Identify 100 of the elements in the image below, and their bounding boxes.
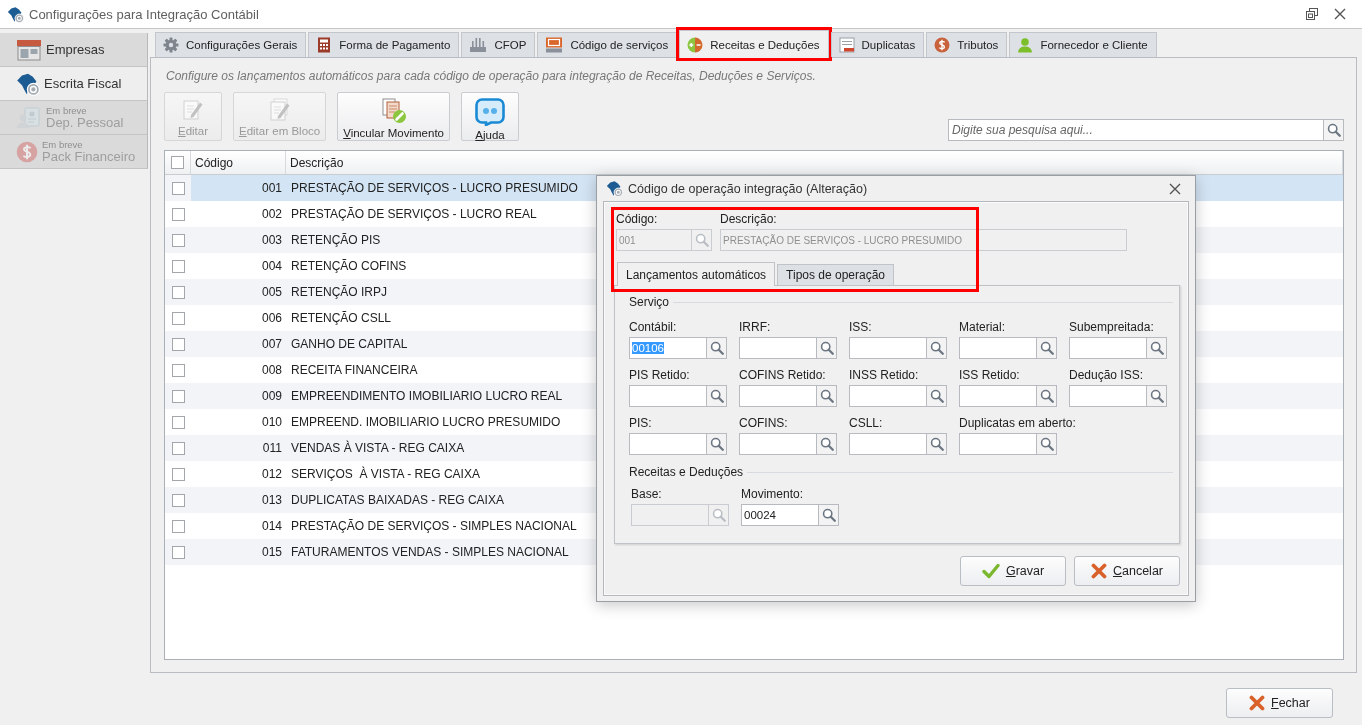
table-cell-text: 003 (260, 232, 283, 249)
field-label: ISS Retido: (959, 368, 1020, 382)
search-button[interactable] (927, 385, 947, 407)
input-field[interactable] (629, 433, 707, 455)
search-icon (709, 437, 724, 451)
tab[interactable]: Lançamentos automáticos (617, 262, 776, 286)
search-button[interactable] (817, 385, 837, 407)
table-cell-text: 006 (260, 310, 283, 327)
group-title: Serviço (629, 295, 669, 309)
search-button[interactable] (927, 337, 947, 359)
checkbox[interactable] (171, 207, 185, 221)
column-header[interactable]: Descrição (286, 151, 1343, 174)
search-icon (929, 437, 944, 451)
close-icon[interactable] (1334, 8, 1346, 20)
field-label: Contábil: (629, 320, 677, 334)
close-icon[interactable] (1169, 182, 1181, 195)
table-cell-text: PRESTAÇÃO DE SERVIÇOS - SIMPLES NACIONAL (290, 518, 578, 535)
search-icon (1149, 389, 1164, 403)
search-button[interactable] (817, 433, 837, 455)
input-field[interactable] (1069, 337, 1147, 359)
calculator-icon (316, 37, 333, 53)
toolbar-button[interactable]: Vincular Movimento (337, 92, 450, 141)
dialog-button[interactable]: Cancelar (1074, 556, 1180, 586)
table-cell-text: RETENÇÃO CSLL (290, 310, 393, 327)
tab[interactable]: CFOP (461, 32, 536, 57)
field-label: INSS Retido: (849, 368, 919, 382)
search-button[interactable] (707, 337, 727, 359)
checkbox[interactable] (171, 493, 185, 507)
checkbox[interactable] (171, 519, 185, 533)
input-field[interactable] (629, 385, 707, 407)
input-field[interactable] (849, 433, 927, 455)
search-button[interactable] (1037, 337, 1057, 359)
table-cell-text: PRESTAÇÃO DE SERVIÇOS - LUCRO REAL (290, 206, 538, 223)
search-button[interactable] (1324, 119, 1344, 141)
input-field[interactable] (959, 433, 1037, 455)
tab[interactable]: Fornecedor e Cliente (1009, 32, 1157, 57)
map-coin-icon (16, 71, 40, 96)
cross-icon (1091, 563, 1107, 579)
search-field[interactable]: Digite sua pesquisa aqui... (948, 119, 1324, 141)
input-field[interactable] (849, 337, 927, 359)
checkbox[interactable] (171, 259, 185, 273)
restore-icon[interactable] (1306, 8, 1318, 20)
checkbox[interactable] (171, 415, 185, 429)
tab[interactable]: Tipos de operação (777, 264, 895, 285)
field-label: CSLL: (849, 416, 883, 430)
checkbox[interactable] (171, 233, 185, 247)
sidebar-item[interactable]: Empresas (0, 33, 148, 67)
search-button[interactable] (817, 337, 837, 359)
toolbar-button[interactable]: Ajuda (461, 92, 519, 141)
search-icon (819, 341, 834, 355)
field-label: COFINS: (739, 416, 788, 430)
search-button[interactable] (1147, 337, 1167, 359)
tab[interactable]: Configurações Gerais (155, 32, 307, 57)
input-field[interactable] (739, 385, 817, 407)
search-icon (709, 341, 724, 355)
instruction-text: Configure os lançamentos automáticos para cada código de operação para integração de Receitas, Deduções e Serviços. (166, 69, 816, 83)
dialog-button[interactable]: Gravar (960, 556, 1066, 586)
search-icon (709, 389, 724, 403)
search-button[interactable] (692, 229, 712, 251)
checkbox[interactable] (171, 337, 185, 351)
search-button[interactable] (707, 385, 727, 407)
search-button[interactable] (1037, 385, 1057, 407)
field-label: ISS: (849, 320, 872, 334)
input-field[interactable]: 00024 (741, 504, 819, 526)
checkbox[interactable] (171, 181, 185, 195)
field-label: Subempreitada: (1069, 320, 1154, 334)
column-header[interactable]: Código (191, 151, 286, 174)
checkbox[interactable] (171, 441, 185, 455)
sidebar-item[interactable]: Escrita Fiscal (0, 67, 148, 101)
input-field[interactable] (959, 337, 1037, 359)
tab[interactable]: Código de serviços (537, 32, 678, 57)
field-label: Dedução ISS: (1069, 368, 1144, 382)
tab[interactable]: Tributos (926, 32, 1008, 57)
search-button[interactable] (1147, 385, 1167, 407)
checkbox[interactable] (171, 467, 185, 481)
tab[interactable]: Duplicatas (830, 32, 925, 57)
select-all-checkbox[interactable] (171, 156, 184, 169)
search-button[interactable] (709, 504, 729, 526)
search-icon (694, 233, 709, 247)
search-button[interactable] (819, 504, 839, 526)
table-cell-text: 009 (260, 388, 283, 405)
tab[interactable]: Receitas e Deduções (679, 30, 829, 58)
checkbox[interactable] (171, 545, 185, 559)
search-button[interactable] (927, 433, 947, 455)
plus-minus-icon (687, 36, 704, 53)
checkbox[interactable] (171, 389, 185, 403)
input-field[interactable] (849, 385, 927, 407)
input-field[interactable] (1069, 385, 1147, 407)
input-field[interactable] (739, 337, 817, 359)
checkbox[interactable] (171, 285, 185, 299)
input-field[interactable] (739, 433, 817, 455)
search-button[interactable] (707, 433, 727, 455)
input-field[interactable] (959, 385, 1037, 407)
table-cell-text: VENDAS À VISTA - REG CAIXA (290, 439, 466, 457)
checkbox[interactable] (171, 311, 185, 325)
close-button[interactable]: Fechar (1226, 688, 1333, 718)
tab[interactable]: Forma de Pagamento (308, 32, 460, 57)
search-icon (1149, 341, 1164, 355)
search-button[interactable] (1037, 433, 1057, 455)
checkbox[interactable] (171, 363, 185, 377)
